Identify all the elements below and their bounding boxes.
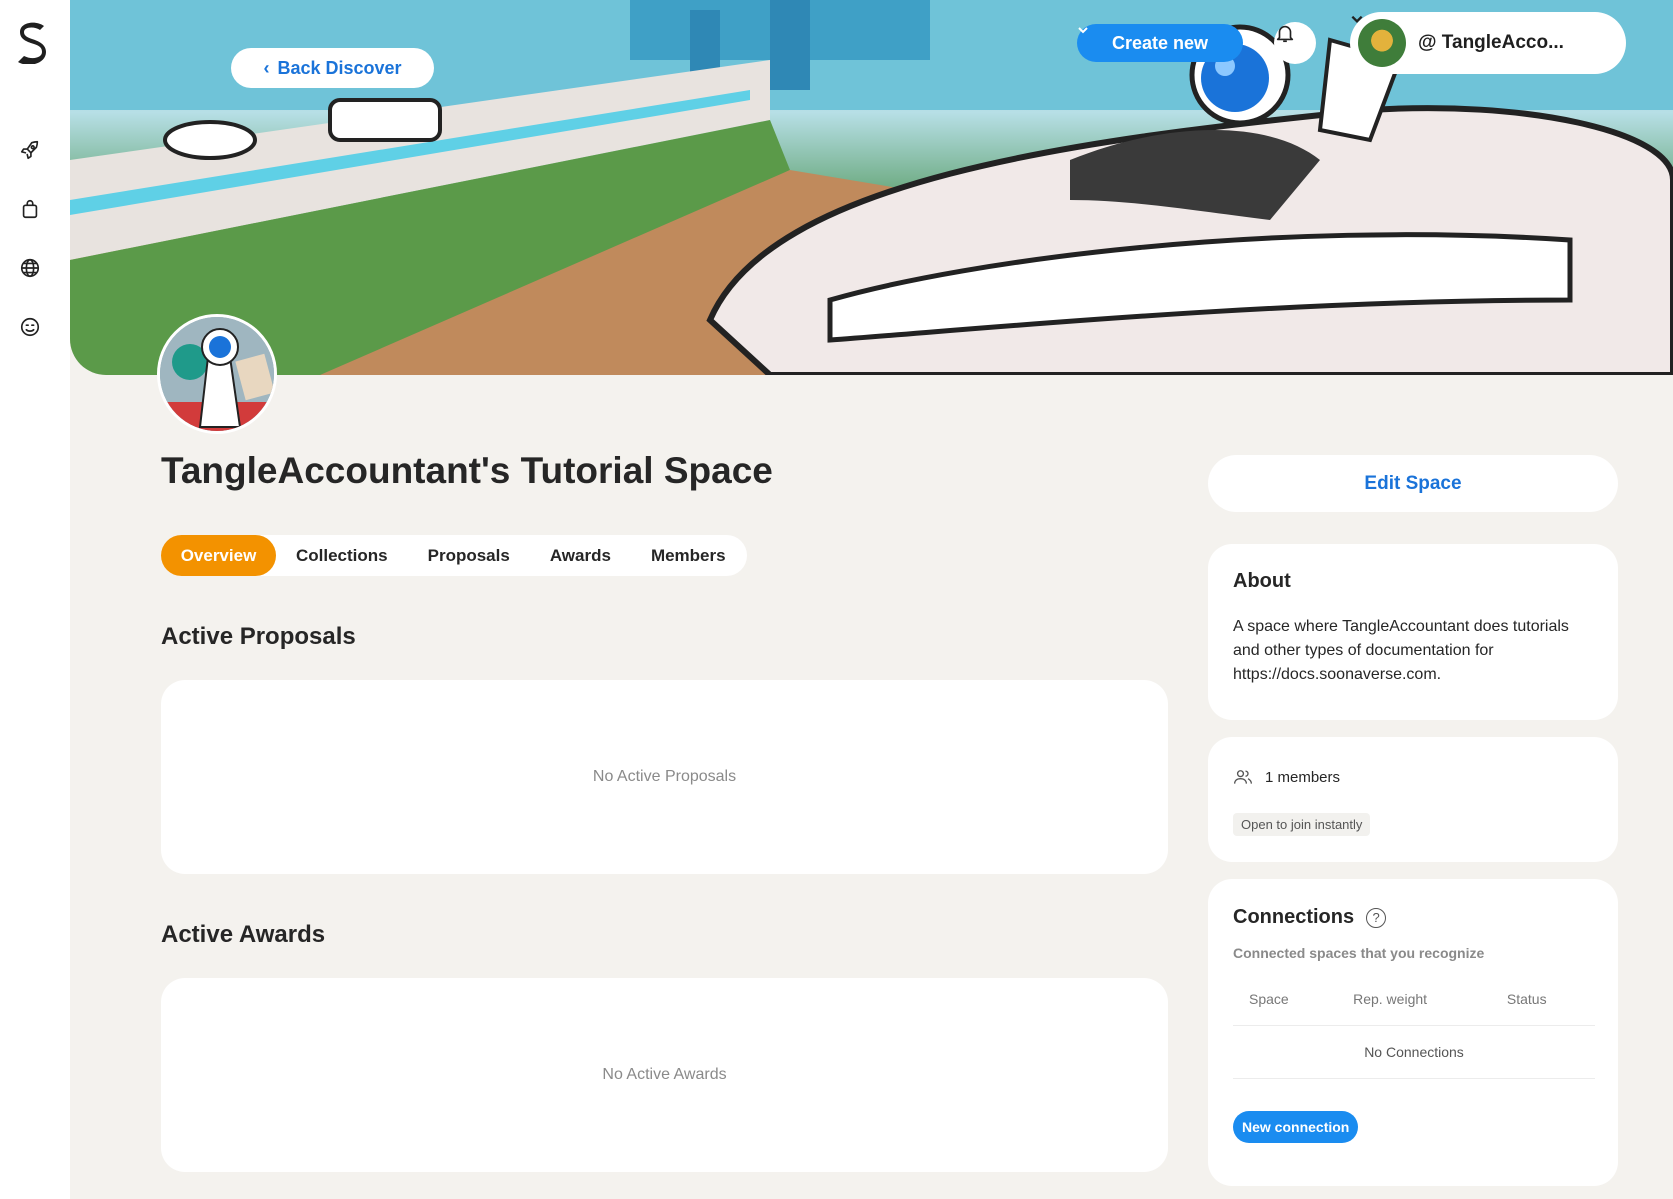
user-avatar [1358, 19, 1406, 67]
bell-icon [1276, 25, 1294, 43]
members-count: 1 members [1265, 768, 1341, 786]
about-card: About A space where TangleAccountant doe… [1208, 544, 1618, 720]
connections-subtitle: Connected spaces that you recognize [1233, 945, 1485, 961]
smiley-icon[interactable] [18, 315, 42, 339]
notifications-button[interactable] [1274, 22, 1316, 64]
members-card: 1 members Open to join instantly [1208, 737, 1618, 862]
chevron-down-icon [1351, 15, 1363, 23]
connections-title: Connections [1233, 906, 1355, 928]
space-banner-image: ‹ Back Discover Create new @ TangleAcco.… [70, 0, 1673, 375]
edit-space-button[interactable]: Edit Space [1208, 455, 1618, 512]
tab-collections[interactable]: Collections [276, 535, 408, 576]
create-new-button[interactable]: Create new [1077, 24, 1243, 62]
user-name: @ TangleAcco... [1418, 32, 1564, 53]
rocket-icon[interactable] [18, 138, 42, 162]
new-connection-button[interactable]: New connection [1233, 1111, 1359, 1143]
column-header-status[interactable]: Status [1490, 991, 1595, 1026]
active-proposals-title: Active Proposals [161, 623, 356, 650]
shopping-bag-icon[interactable] [18, 197, 42, 221]
help-icon[interactable]: ? [1366, 907, 1387, 928]
globe-icon[interactable] [18, 256, 42, 280]
about-title: About [1233, 570, 1291, 592]
chevron-left-icon: ‹ [263, 57, 270, 78]
user-menu[interactable]: @ TangleAcco... [1350, 12, 1626, 74]
no-active-proposals-text: No Active Proposals [592, 768, 737, 785]
tab-members[interactable]: Members [631, 535, 746, 576]
soonaverse-logo[interactable] [14, 20, 48, 64]
tab-proposals[interactable]: Proposals [408, 535, 530, 576]
users-icon [1234, 770, 1252, 784]
space-tabs: Overview Collections Proposals Awards Me… [161, 535, 747, 576]
connections-table: Space Rep. weight Status No Connections [1233, 991, 1595, 1079]
chevron-down-icon [1078, 27, 1088, 34]
column-header-space[interactable]: Space [1233, 991, 1338, 1026]
space-avatar [157, 314, 277, 434]
members-row[interactable]: 1 members [1233, 767, 1593, 787]
connections-card: Connections ? Connected spaces that you … [1208, 879, 1618, 1186]
back-discover-button[interactable]: ‹ Back Discover [231, 48, 434, 88]
no-connections-text: No Connections [1233, 1025, 1595, 1079]
active-proposals-card: No Active Proposals [161, 680, 1168, 874]
tab-awards[interactable]: Awards [530, 535, 631, 576]
back-discover-label: Back Discover [277, 57, 402, 78]
no-active-awards-text: No Active Awards [602, 1066, 727, 1083]
table-row: No Connections [1233, 1025, 1595, 1079]
active-awards-title: Active Awards [161, 921, 326, 948]
column-header-rep-weight[interactable]: Rep. weight [1337, 991, 1491, 1026]
create-new-label: Create new [1111, 32, 1209, 53]
about-text: A space where TangleAccountant does tuto… [1233, 618, 1569, 683]
page-title: TangleAccountant's Tutorial Space [161, 450, 773, 491]
open-join-badge: Open to join instantly [1233, 813, 1371, 836]
sidebar [0, 0, 70, 1199]
active-awards-card: No Active Awards [161, 978, 1168, 1172]
tab-overview[interactable]: Overview [161, 535, 276, 576]
